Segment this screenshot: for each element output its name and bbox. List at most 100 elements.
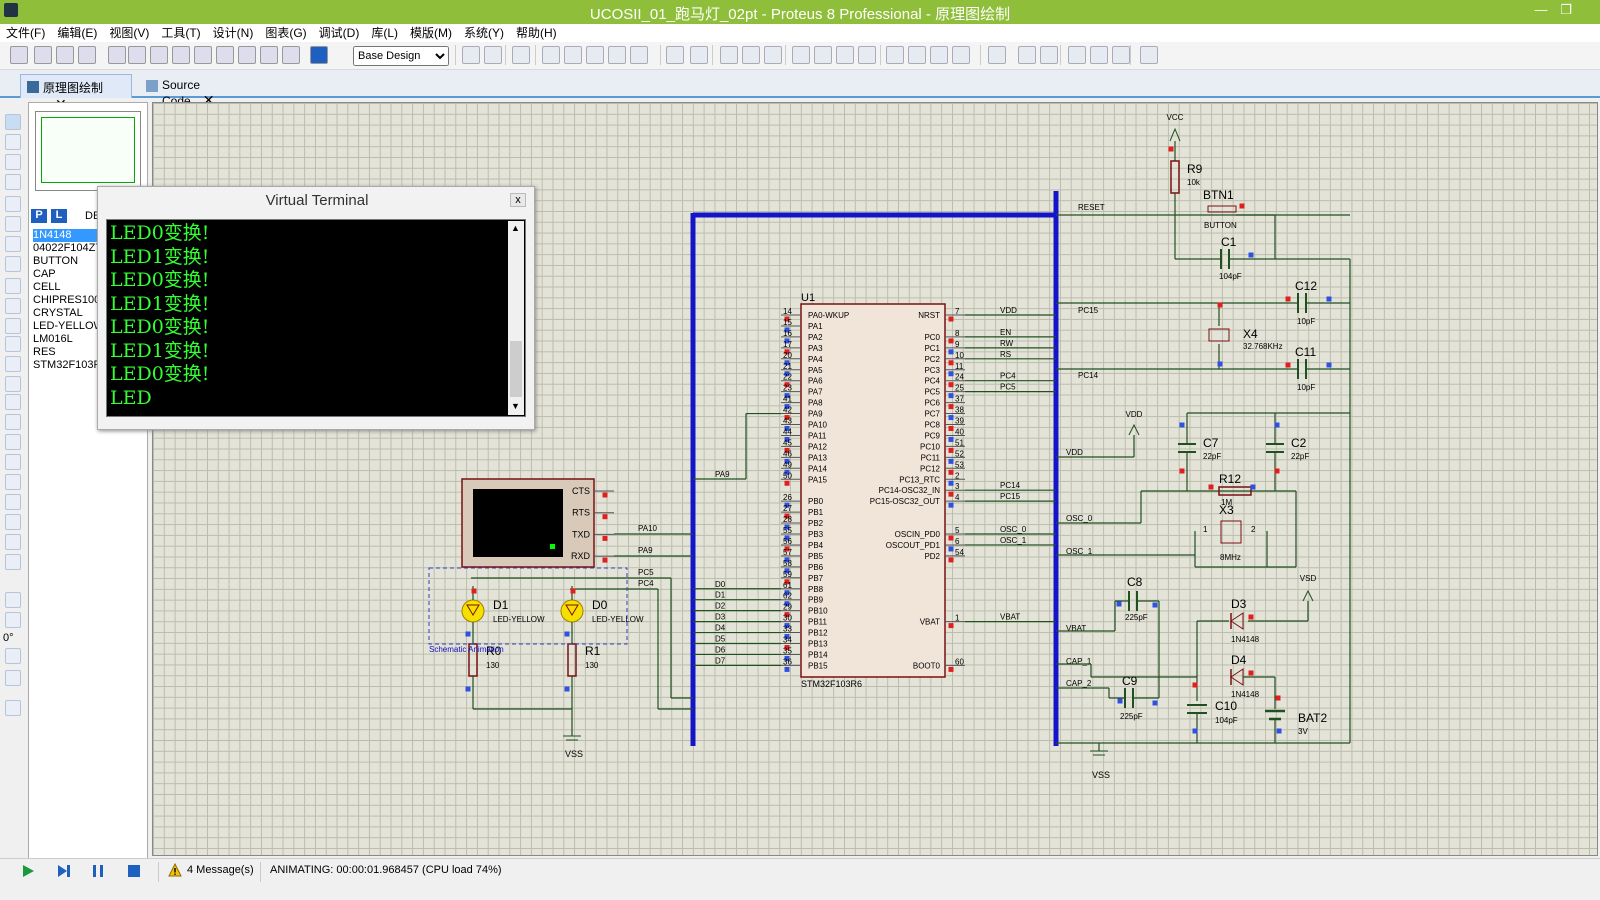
mode-tool-icon[interactable]	[5, 670, 21, 686]
list-icon[interactable]	[260, 46, 278, 64]
minimize-button[interactable]: —	[1530, 0, 1552, 20]
toolbar-tool-icon[interactable]	[858, 46, 876, 64]
mode-tool-icon[interactable]	[5, 434, 21, 450]
mode-tool-icon[interactable]	[5, 592, 21, 608]
gear-icon[interactable]	[194, 46, 212, 64]
toolbar-tool-icon[interactable]	[1090, 46, 1108, 64]
toolbar-tool-icon[interactable]	[1140, 46, 1158, 64]
toolbar-tool-icon[interactable]	[1040, 46, 1058, 64]
step-button[interactable]	[56, 863, 72, 879]
import-icon[interactable]	[78, 46, 96, 64]
save-icon[interactable]	[56, 46, 74, 64]
toolbar-tool-icon[interactable]	[792, 46, 810, 64]
menu-item[interactable]: 帮助(H)	[510, 24, 563, 42]
mode-tool-icon[interactable]	[5, 376, 21, 392]
messages-count[interactable]: 4 Message(s)	[187, 864, 254, 876]
menu-item[interactable]: 调试(D)	[313, 24, 366, 42]
mode-tool-icon[interactable]	[5, 394, 21, 410]
menu-item[interactable]: 系统(Y)	[458, 24, 510, 42]
toolbar-tool-icon[interactable]	[814, 46, 832, 64]
mode-tool-icon[interactable]	[5, 648, 21, 664]
terminal-scrollbar[interactable]: ▲ ▼	[508, 221, 524, 415]
library-manager-button[interactable]: L	[51, 209, 67, 223]
mode-tool-icon[interactable]	[5, 236, 21, 252]
toolbar-tool-icon[interactable]	[690, 46, 708, 64]
menu-item[interactable]: 工具(T)	[155, 24, 206, 42]
help-icon[interactable]	[310, 46, 328, 64]
scroll-up-icon[interactable]: ▲	[511, 223, 520, 233]
toolbar-tool-icon[interactable]	[608, 46, 626, 64]
toolbar-tool-icon[interactable]	[836, 46, 854, 64]
home-icon[interactable]	[108, 46, 126, 64]
gallery-icon[interactable]	[238, 46, 256, 64]
toolbar-tool-icon[interactable]	[742, 46, 760, 64]
virtual-terminal-close-button[interactable]: x	[510, 193, 526, 207]
mode-tool-icon[interactable]	[5, 474, 21, 490]
toolbar-tool-icon[interactable]	[886, 46, 904, 64]
toolbar-tool-icon[interactable]	[630, 46, 648, 64]
back-icon[interactable]	[172, 46, 190, 64]
toolbar-tool-icon[interactable]	[720, 46, 738, 64]
mode-tool-icon[interactable]	[5, 216, 21, 232]
toolbar-tool-icon[interactable]	[462, 46, 480, 64]
toolbar-tool-icon[interactable]	[484, 46, 502, 64]
mode-tool-icon[interactable]	[5, 154, 21, 170]
toolbar-tool-icon[interactable]	[988, 46, 1006, 64]
new-file-icon[interactable]	[10, 46, 28, 64]
toolbar-tool-icon[interactable]	[542, 46, 560, 64]
scroll-down-icon[interactable]: ▼	[511, 401, 520, 411]
record-icon[interactable]	[150, 46, 168, 64]
restore-button[interactable]: ❐	[1556, 0, 1576, 20]
menu-item[interactable]: 视图(V)	[103, 24, 155, 42]
toolbar-tool-icon[interactable]	[930, 46, 948, 64]
mode-tool-icon[interactable]	[5, 356, 21, 372]
toolbar-tool-icon[interactable]	[764, 46, 782, 64]
menu-item[interactable]: 模版(M)	[404, 24, 458, 42]
component-icon[interactable]	[128, 46, 146, 64]
mode-tool-icon[interactable]	[5, 278, 21, 294]
mode-tool-icon[interactable]	[5, 256, 21, 272]
mode-tool-icon[interactable]	[5, 114, 21, 130]
menu-item[interactable]: 设计(N)	[207, 24, 260, 42]
document-icon[interactable]	[216, 46, 234, 64]
toolbar-tool-icon[interactable]	[512, 46, 530, 64]
tab-schematic[interactable]: 原理图绘制✕	[20, 74, 132, 112]
overview-window[interactable]	[35, 111, 141, 191]
toolbar-tool-icon[interactable]	[666, 46, 684, 64]
toolbar-tool-icon[interactable]	[1018, 46, 1036, 64]
mode-tool-icon[interactable]	[5, 700, 21, 716]
pause-button[interactable]	[90, 863, 106, 879]
mode-tool-icon[interactable]	[5, 534, 21, 550]
note-icon[interactable]	[282, 46, 300, 64]
menu-item[interactable]: 文件(F)	[0, 24, 51, 42]
toolbar-tool-icon[interactable]	[564, 46, 582, 64]
virtual-terminal-window[interactable]: Virtual Terminal x LED0变换! LED1变换! LED0变换!…	[97, 186, 535, 430]
toolbar-tool-icon[interactable]	[908, 46, 926, 64]
scroll-thumb[interactable]	[510, 341, 522, 397]
menu-item[interactable]: 编辑(E)	[51, 24, 103, 42]
mode-tool-icon[interactable]	[5, 514, 21, 530]
toolbar-tool-icon[interactable]	[952, 46, 970, 64]
toolbar-tool-icon[interactable]	[586, 46, 604, 64]
stop-button[interactable]	[126, 863, 142, 879]
mode-tool-icon[interactable]	[5, 134, 21, 150]
menu-item[interactable]: 图表(G)	[259, 24, 312, 42]
mode-tool-icon[interactable]	[5, 414, 21, 430]
open-file-icon[interactable]	[34, 46, 52, 64]
mode-tool-icon[interactable]	[5, 554, 21, 570]
mode-tool-icon[interactable]	[5, 454, 21, 470]
toolbar-tool-icon[interactable]	[1112, 46, 1130, 64]
mode-tool-icon[interactable]	[5, 612, 21, 628]
toolbar-tool-icon[interactable]	[1068, 46, 1086, 64]
mode-tool-icon[interactable]	[5, 336, 21, 352]
mode-tool-icon[interactable]	[5, 196, 21, 212]
mode-tool-icon[interactable]	[5, 494, 21, 510]
mode-tool-icon[interactable]	[5, 298, 21, 314]
menu-item[interactable]: 库(L)	[365, 24, 404, 42]
terminal-screen[interactable]: LED0变换! LED1变换! LED0变换! LED1变换! LED0变换! LED1变…	[106, 219, 526, 417]
mode-tool-icon[interactable]	[5, 174, 21, 190]
mode-tool-icon[interactable]	[5, 318, 21, 334]
tab-source-code[interactable]: Source Code ✕	[140, 74, 252, 108]
design-select[interactable]: Base Design	[353, 46, 449, 66]
play-button[interactable]	[20, 863, 36, 879]
